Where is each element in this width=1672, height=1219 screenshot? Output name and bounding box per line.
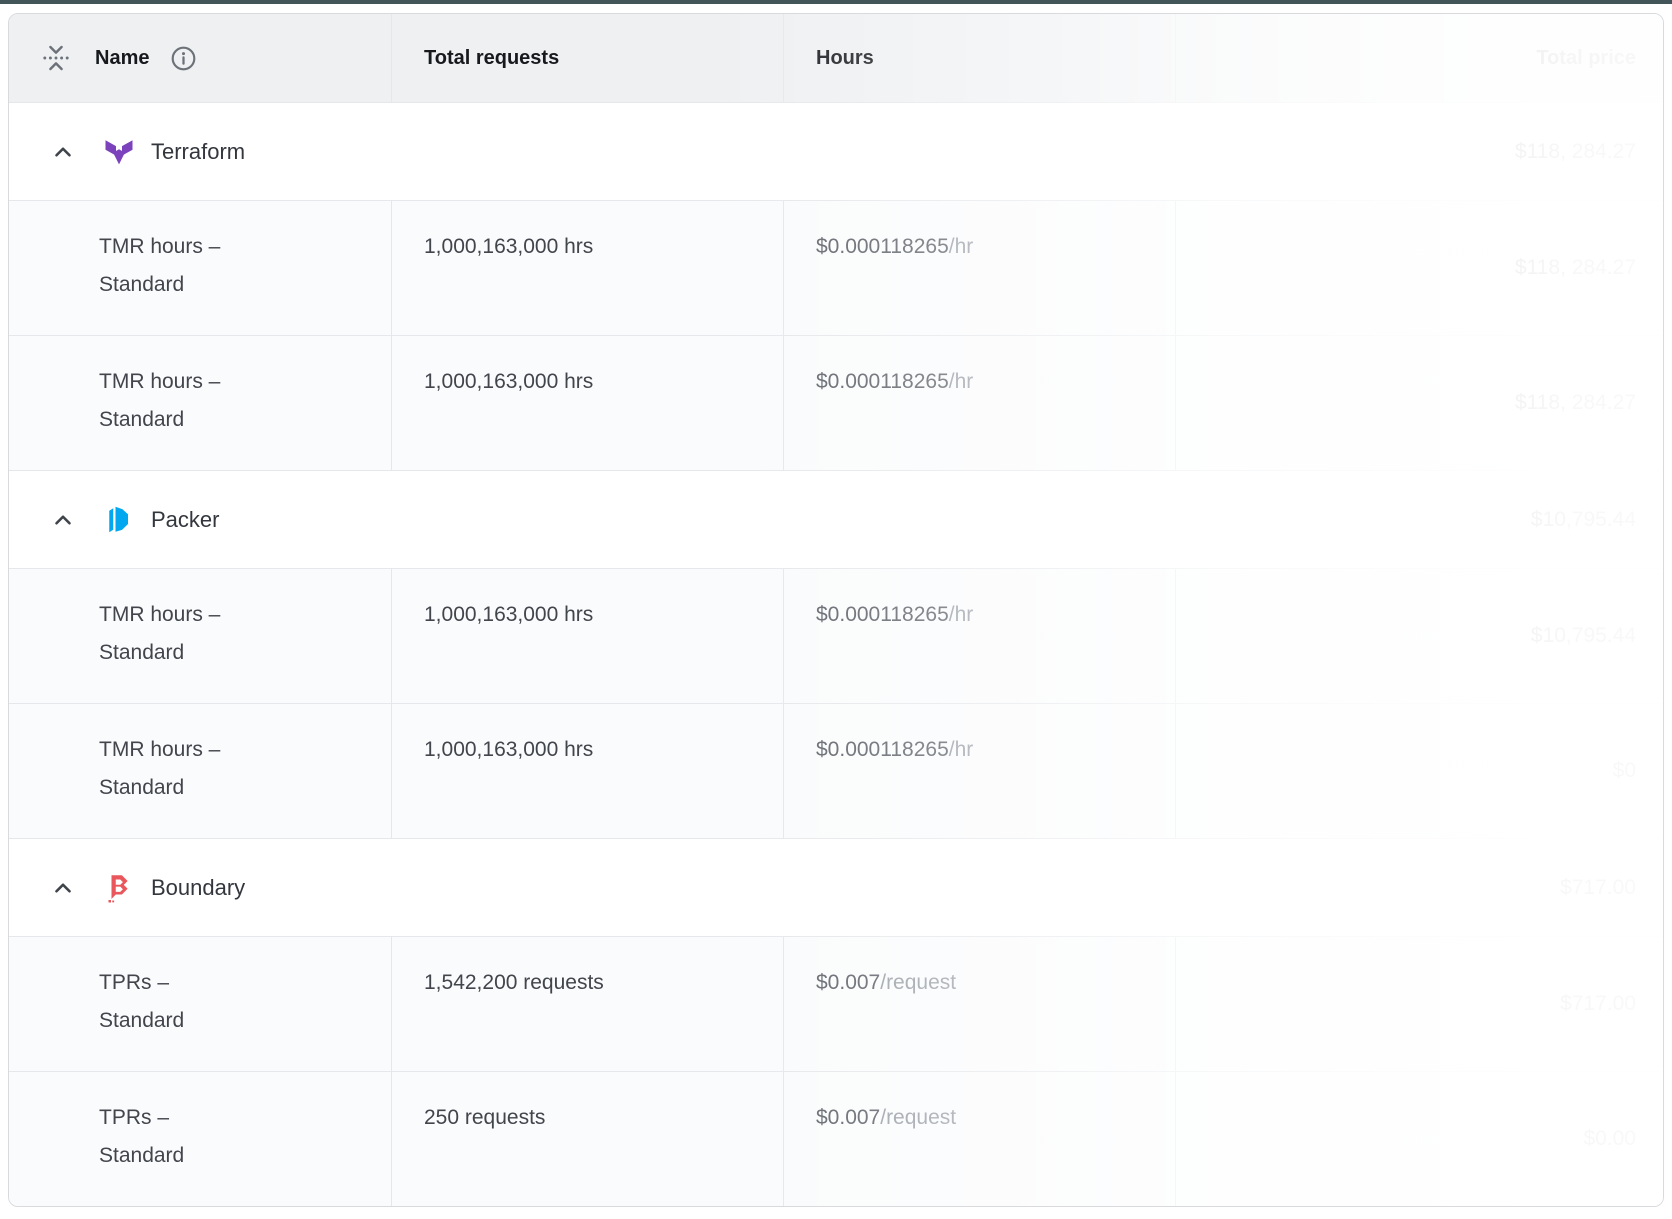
packer-logo-icon (104, 505, 134, 535)
rate-unit: /hr (949, 603, 974, 626)
group-row-terraform[interactable]: Terraform $118, 284.27 (9, 102, 1663, 200)
rate-value: $0.007 (816, 1106, 880, 1129)
row-total-price-cell: $717.00 (1175, 937, 1663, 1071)
collapse-all-icon (42, 44, 70, 72)
collapse-group-button[interactable] (49, 138, 77, 166)
name-column-header: Name (9, 14, 391, 102)
row-rate-cell: $0.000118265/hr (783, 704, 1175, 838)
total-requests-column-header: Total requests (391, 14, 783, 102)
table-row: TMR hours – Standard 1,000,163,000 hrs $… (9, 200, 1663, 335)
collapse-group-button[interactable] (49, 874, 77, 902)
row-rate-cell: $0.007/request (783, 937, 1175, 1071)
row-total-price-cell: $118, 284.27 (1175, 201, 1663, 335)
chevron-up-icon (50, 507, 76, 533)
row-name-cell: TMR hours – Standard (9, 336, 391, 470)
row-total-price-cell: $118, 284.27 (1175, 336, 1663, 470)
row-name-cell: TMR hours – Standard (9, 704, 391, 838)
rate-unit: /hr (949, 370, 974, 393)
table-header-row: Name Total requests Hours Total price (9, 14, 1663, 102)
chevron-up-icon (50, 875, 76, 901)
table-row: TMR hours – Standard 1,000,163,000 hrs $… (9, 568, 1663, 703)
row-total-requests-cell: 1,000,163,000 hrs (391, 336, 783, 470)
rate-value: $0.000118265 (816, 738, 949, 761)
name-info-button[interactable] (169, 44, 197, 72)
row-total-requests-cell: 1,542,200 requests (391, 937, 783, 1071)
row-rate-cell: $0.007/request (783, 1072, 1175, 1206)
row-total-price-cell: $10,795.44 (1175, 569, 1663, 703)
table-row: TMR hours – Standard 1,000,163,000 hrs $… (9, 335, 1663, 470)
row-total-requests-cell: 1,000,163,000 hrs (391, 704, 783, 838)
row-total-requests-cell: 250 requests (391, 1072, 783, 1206)
group-row-packer[interactable]: Packer $10,795.44 (9, 470, 1663, 568)
rate-value: $0.007 (816, 971, 880, 994)
rate-unit: /hr (949, 738, 974, 761)
chevron-up-icon (50, 139, 76, 165)
collapse-group-button[interactable] (49, 506, 77, 534)
group-total-price: $717.00 (1560, 876, 1663, 900)
rate-unit: /request (880, 971, 956, 994)
row-total-price-cell: $0.00 (1175, 1072, 1663, 1206)
group-total-price: $10,795.44 (1531, 508, 1663, 532)
rate-value: $0.000118265 (816, 370, 949, 393)
group-label: Boundary (151, 875, 245, 901)
rate-unit: /request (880, 1106, 956, 1129)
row-rate-cell: $0.000118265/hr (783, 336, 1175, 470)
group-label: Packer (151, 507, 219, 533)
name-column-label: Name (95, 47, 149, 70)
hours-column-header: Hours (783, 14, 1175, 102)
rate-unit: /hr (949, 235, 974, 258)
row-total-price-cell: $0 (1175, 704, 1663, 838)
table-row: TPRs – Standard 1,542,200 requests $0.00… (9, 936, 1663, 1071)
rate-value: $0.000118265 (816, 603, 949, 626)
boundary-logo-icon (104, 873, 134, 903)
row-name-cell: TPRs – Standard (9, 1072, 391, 1206)
row-rate-cell: $0.000118265/hr (783, 569, 1175, 703)
info-icon (170, 45, 197, 72)
row-total-requests-cell: 1,000,163,000 hrs (391, 569, 783, 703)
table-row: TMR hours – Standard 1,000,163,000 hrs $… (9, 703, 1663, 838)
group-row-boundary[interactable]: Boundary $717.00 (9, 838, 1663, 936)
top-border (0, 0, 1672, 4)
group-total-price: $118, 284.27 (1515, 140, 1663, 164)
collapse-all-button[interactable] (41, 43, 71, 73)
row-name-cell: TMR hours – Standard (9, 201, 391, 335)
billing-table: Name Total requests Hours Total price (8, 13, 1664, 1207)
table-row: TPRs – Standard 250 requests $0.007/requ… (9, 1071, 1663, 1206)
group-label: Terraform (151, 139, 245, 165)
row-rate-cell: $0.000118265/hr (783, 201, 1175, 335)
rate-value: $0.000118265 (816, 235, 949, 258)
row-name-cell: TMR hours – Standard (9, 569, 391, 703)
row-total-requests-cell: 1,000,163,000 hrs (391, 201, 783, 335)
total-price-column-header: Total price (1175, 14, 1663, 102)
terraform-logo-icon (104, 137, 134, 167)
row-name-cell: TPRs – Standard (9, 937, 391, 1071)
